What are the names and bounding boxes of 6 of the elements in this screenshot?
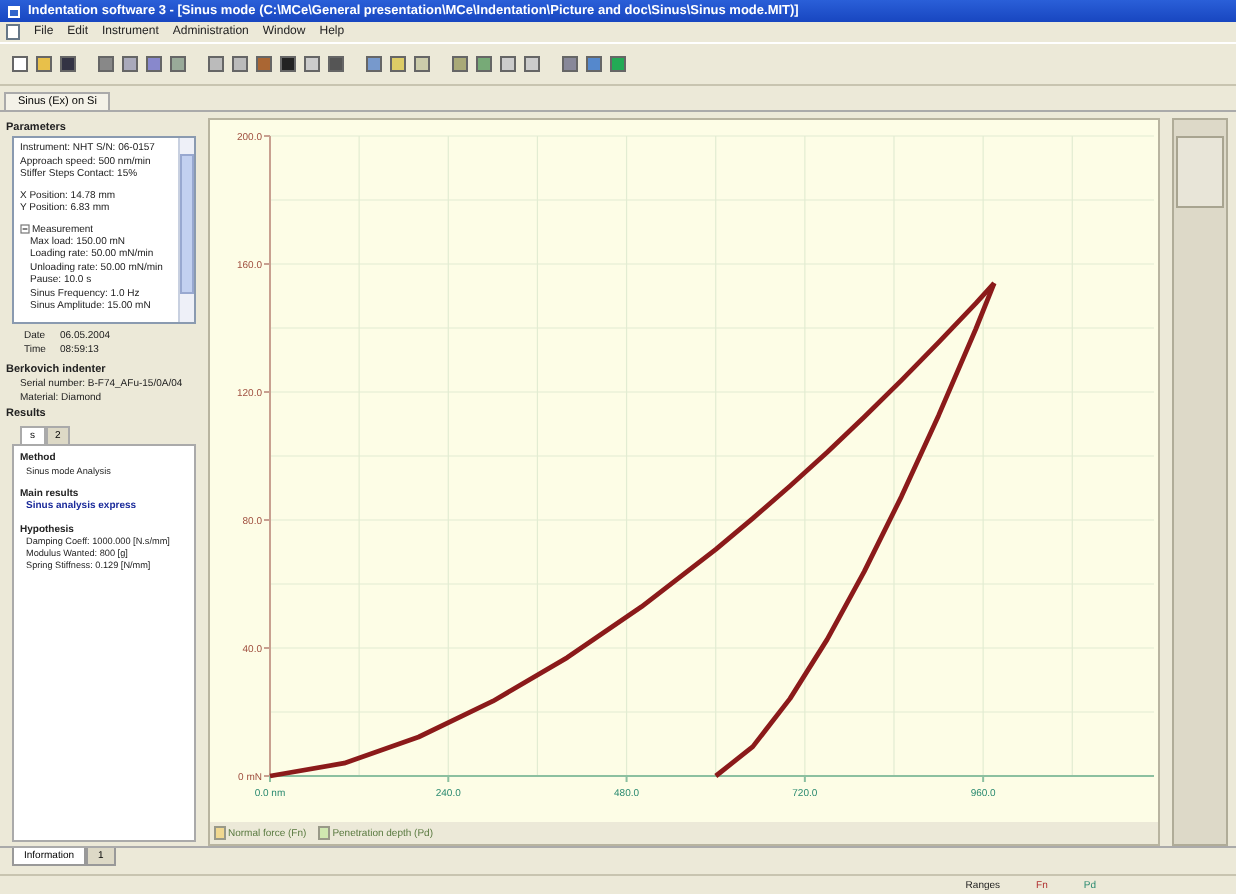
app-icon bbox=[6, 3, 22, 19]
legend-icon bbox=[214, 826, 226, 840]
legend-icon bbox=[318, 826, 331, 840]
collapse-icon[interactable] bbox=[20, 224, 30, 234]
scroll-thumb[interactable] bbox=[180, 154, 194, 294]
scrollbar[interactable] bbox=[178, 138, 194, 322]
